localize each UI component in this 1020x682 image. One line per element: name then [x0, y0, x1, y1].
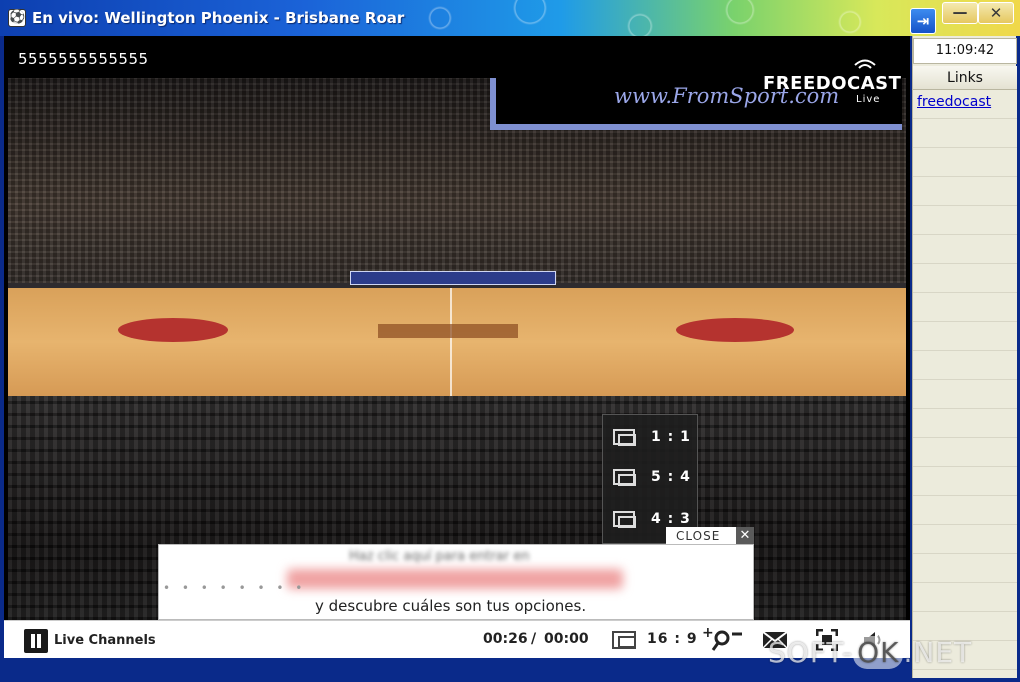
links-list: freedocast [913, 90, 1017, 678]
court-logo [378, 324, 518, 338]
aspect-ratio-icon[interactable] [612, 631, 636, 649]
clock: 11:09:42 [913, 38, 1017, 64]
aspect-option-label: 4 : 3 [651, 511, 691, 527]
promo-close-label: CLOSE [676, 529, 721, 543]
aspect-option-5-4[interactable]: 5 : 4 [603, 457, 699, 497]
live-channels-button[interactable]: Live Channels [54, 633, 156, 648]
brand-name: FREEDOCAST [763, 73, 902, 94]
player-window: ⚽ En vivo: Wellington Phoenix - Brisbane… [0, 0, 1020, 682]
promo-line-2: y descubre cuáles son tus opciones. [315, 597, 587, 615]
aspect-ratio-icon [613, 511, 636, 528]
brand-live: Live [856, 94, 881, 105]
aspect-option-1-1[interactable]: 1 : 1 [603, 417, 699, 457]
court-circle-left [118, 318, 228, 342]
court-circle-right [676, 318, 794, 342]
link-freedocast[interactable]: freedocast [917, 94, 991, 110]
promo-close-button[interactable]: CLOSE ✕ [666, 527, 754, 545]
zoom-icon[interactable]: + [702, 625, 746, 653]
signal-icon [854, 59, 876, 69]
aspect-ratio-icon [613, 429, 636, 446]
watermark-right: .NET [903, 636, 973, 669]
aspect-ratio-menu: 1 : 1 5 : 4 4 : 3 [602, 414, 698, 544]
aspect-ratio-icon [613, 469, 636, 486]
minimize-button[interactable]: — [942, 2, 978, 24]
court-center-line [450, 288, 452, 396]
pause-icon[interactable] [24, 629, 48, 653]
overlay-code: 5555555555555 [18, 50, 149, 68]
time-separator: / [531, 631, 537, 647]
close-icon: ✕ [736, 527, 754, 545]
aspect-option-label: 1 : 1 [651, 429, 691, 445]
restore-button[interactable]: ⇥ [910, 8, 936, 34]
time-current: 00:26 [483, 631, 528, 647]
title-bar-decoration [380, 0, 980, 36]
promo-line-1: Haz clic aquí para entrar en [349, 549, 530, 564]
side-panel: 11:09:42 Links freedocast [912, 36, 1017, 678]
video-banner [350, 271, 556, 285]
promo-redacted-link[interactable] [287, 569, 623, 589]
svg-text:+: + [702, 625, 714, 641]
app-icon[interactable]: ⚽ [8, 9, 26, 27]
promo-popup[interactable]: Haz clic aquí para entrar en • • • • • •… [158, 544, 754, 620]
promo-dots: • • • • • • • • [163, 581, 307, 595]
watermark-ok: OK [853, 636, 904, 669]
aspect-ratio-button[interactable]: 16 : 9 [647, 631, 698, 647]
window-title: En vivo: Wellington Phoenix - Brisbane R… [32, 9, 405, 27]
links-header: Links [913, 66, 1017, 90]
close-button[interactable]: ✕ [978, 2, 1014, 24]
watermark-left: SOFT- [768, 636, 854, 669]
watermark: SOFT- OK .NET [768, 636, 972, 669]
aspect-option-label: 5 : 4 [651, 469, 691, 485]
time-total: 00:00 [544, 631, 589, 647]
video-court [8, 288, 906, 396]
title-bar[interactable]: ⚽ En vivo: Wellington Phoenix - Brisbane… [0, 0, 1020, 36]
